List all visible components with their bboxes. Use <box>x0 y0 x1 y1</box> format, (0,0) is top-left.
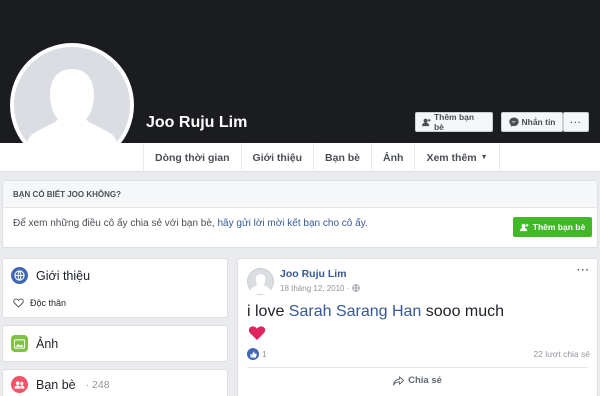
know-her-description: Để xem những điều cô ấy chia sẻ với bạn … <box>13 218 218 229</box>
heart-emoji-icon <box>248 325 266 346</box>
tab-more-label: Xem thêm <box>426 151 477 164</box>
tab-photos[interactable]: Ảnh <box>371 143 414 172</box>
intro-card: Giới thiệu Độc thân <box>2 258 228 318</box>
like-icon <box>247 348 259 360</box>
friends-count: · 248 <box>85 378 110 391</box>
know-her-text: Để xem những điều cô ấy chia sẻ với bạn … <box>13 218 368 229</box>
message-button[interactable]: Nhắn tin <box>501 112 563 132</box>
add-friend-button[interactable]: Thêm bạn bè <box>415 112 493 132</box>
tagged-user-link[interactable]: Sarah Sarang Han <box>289 303 422 320</box>
photos-icon <box>11 335 28 352</box>
post-menu-button[interactable]: ··· <box>577 265 590 276</box>
photos-card: Ảnh <box>2 325 228 362</box>
tab-about[interactable]: Giới thiệu <box>240 143 313 172</box>
post-text: i love Sarah Sarang Han sooo much <box>247 303 504 321</box>
like-count: 1 <box>262 349 267 359</box>
friends-card: Bạn bè · 248 <box>2 369 228 396</box>
post-text-before: i love <box>247 303 289 320</box>
add-friend-icon <box>519 223 529 231</box>
share-label: Chia sẻ <box>408 375 442 386</box>
default-avatar-icon <box>250 274 271 294</box>
profile-nav: Dòng thời gian Giới thiệu Bạn bè Ảnh Xem… <box>0 143 600 172</box>
intro-title[interactable]: Giới thiệu <box>36 269 90 283</box>
relationship-status: Độc thân <box>3 298 227 308</box>
add-friend-green-button[interactable]: Thêm bạn bè <box>513 217 592 237</box>
friends-title[interactable]: Bạn bè <box>36 378 76 392</box>
profile-name[interactable]: Joo Ruju Lim <box>146 114 247 132</box>
send-request-link[interactable]: hãy gửi lời mời kết bạn cho cô ấy. <box>217 218 367 229</box>
more-options-button[interactable]: ··· <box>563 112 589 132</box>
message-label: Nhắn tin <box>521 117 556 127</box>
globe-icon <box>11 267 28 284</box>
add-friend-icon <box>422 118 431 126</box>
add-friend-green-label: Thêm bạn bè <box>532 222 586 232</box>
post-text-after: sooo much <box>421 303 505 320</box>
reactions-summary[interactable]: 1 <box>247 348 267 360</box>
caret-down-icon: ▼ <box>480 154 488 161</box>
know-her-heading: BẠN CÓ BIẾT JOO KHÔNG? <box>3 181 597 208</box>
tab-friends[interactable]: Bạn bè <box>313 143 371 172</box>
friends-icon <box>11 376 28 393</box>
post-timestamp[interactable]: 18 tháng 12, 2010 · <box>280 284 360 293</box>
timeline-post: Joo Ruju Lim 18 tháng 12, 2010 · ··· i l… <box>237 258 598 396</box>
globe-privacy-icon <box>351 284 360 292</box>
tab-more[interactable]: Xem thêm ▼ <box>414 143 500 172</box>
tab-timeline[interactable]: Dòng thời gian <box>143 143 241 172</box>
share-arrow-icon <box>393 375 405 386</box>
add-friend-label: Thêm bạn bè <box>433 112 475 132</box>
post-author-avatar[interactable] <box>247 268 274 295</box>
heart-outline-icon <box>13 298 24 308</box>
messenger-icon <box>508 117 519 127</box>
relationship-label: Độc thân <box>30 298 67 308</box>
post-date-text: 18 tháng 12, 2010 · <box>280 284 352 293</box>
share-button[interactable]: Chia sẻ <box>238 375 597 386</box>
post-divider <box>247 367 588 368</box>
post-author-name[interactable]: Joo Ruju Lim <box>280 268 347 280</box>
know-her-card: BẠN CÓ BIẾT JOO KHÔNG? Để xem những điều… <box>2 180 598 248</box>
share-count[interactable]: 22 lượt chia sẻ <box>533 349 590 359</box>
photos-title[interactable]: Ảnh <box>36 337 58 351</box>
